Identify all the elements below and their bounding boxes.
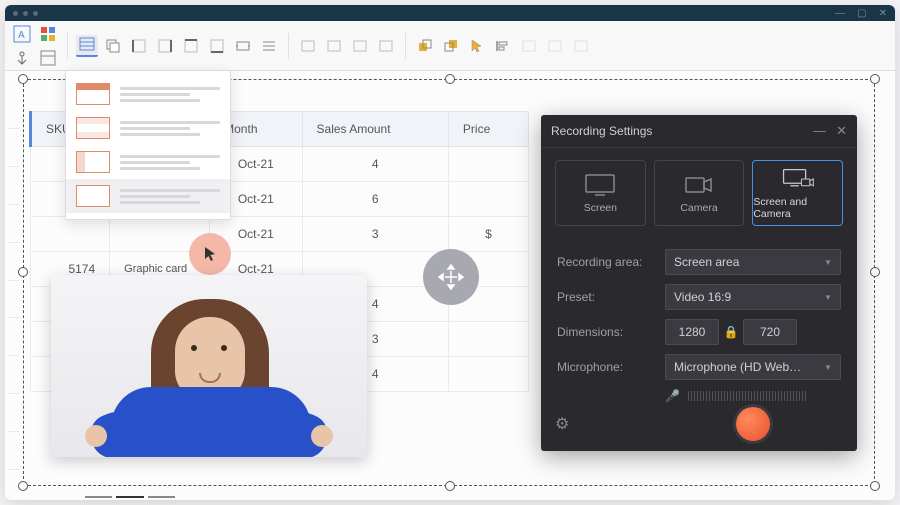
ribbon-icon[interactable] (349, 35, 371, 57)
sheet-tab[interactable] (85, 492, 112, 498)
layout-mini-icon[interactable] (37, 47, 59, 69)
column-header[interactable]: Price (448, 112, 528, 147)
dimensions-label: Dimensions: (557, 325, 665, 339)
style-thumb-icon (76, 185, 110, 207)
minimize-panel-button[interactable]: — (813, 123, 826, 139)
dropdown-item[interactable] (66, 77, 230, 111)
style-thumb-icon (76, 117, 110, 139)
screen-icon (583, 172, 617, 198)
ribbon-icon[interactable] (544, 35, 566, 57)
dropdown-item[interactable] (66, 179, 230, 213)
preset-select[interactable]: Video 16:9▼ (665, 284, 841, 310)
microphone-label: Microphone: (557, 360, 665, 374)
resize-handle[interactable] (870, 74, 880, 84)
app-window: — ▢ ✕ A (5, 5, 895, 500)
record-button[interactable] (736, 407, 770, 441)
resize-handle[interactable] (445, 74, 455, 84)
resize-handle[interactable] (18, 481, 28, 491)
column-header[interactable]: Sales Amount (302, 112, 448, 147)
table-style-button[interactable] (76, 35, 98, 57)
mode-screen-camera[interactable]: Screen and Camera (752, 160, 843, 226)
dropdown-item[interactable] (66, 111, 230, 145)
chevron-down-icon: ▼ (824, 258, 832, 267)
bring-front-icon[interactable] (414, 35, 436, 57)
cursor-indicator (189, 233, 231, 275)
style-thumb-icon (76, 83, 110, 105)
resize-handle[interactable] (18, 267, 28, 277)
resize-handle[interactable] (445, 481, 455, 491)
width-input[interactable]: 1280 (665, 319, 719, 345)
sheet-tab[interactable] (116, 492, 143, 498)
ribbon-icon[interactable] (375, 35, 397, 57)
height-input[interactable]: 720 (743, 319, 797, 345)
anchor-icon[interactable] (11, 47, 33, 69)
ribbon-toolbar: A (5, 21, 895, 71)
table-style-dropdown[interactable] (65, 71, 231, 220)
resize-handle[interactable] (870, 481, 880, 491)
style-a-icon[interactable]: A (11, 23, 33, 45)
row-header-column (9, 91, 19, 470)
cursor-icon (201, 245, 219, 263)
ribbon-icon[interactable] (297, 35, 319, 57)
mode-label: Screen and Camera (753, 196, 842, 220)
sheet-tab[interactable] (148, 492, 175, 498)
camera-icon (682, 172, 716, 198)
style-thumb-icon (76, 151, 110, 173)
svg-text:A: A (18, 30, 25, 41)
selection-border (23, 79, 24, 479)
sheet-tabs[interactable] (85, 492, 175, 498)
border-right-icon[interactable] (154, 35, 176, 57)
window-dot (33, 11, 38, 16)
chevron-down-icon: ▼ (824, 293, 832, 302)
design-canvas[interactable]: SKU Month Sales Amount Price Oct-214 Oct… (5, 71, 895, 500)
dropdown-item[interactable] (66, 145, 230, 179)
move-handle[interactable] (423, 249, 479, 305)
recording-area-select[interactable]: Screen area▼ (665, 249, 841, 275)
resize-handle[interactable] (18, 74, 28, 84)
fit-width-icon[interactable] (232, 35, 254, 57)
border-top-icon[interactable] (180, 35, 202, 57)
mic-level-meter (688, 390, 841, 402)
send-back-icon[interactable] (440, 35, 462, 57)
selection-border (874, 79, 875, 479)
window-dot (13, 11, 18, 16)
copy-icon[interactable] (102, 35, 124, 57)
mode-label: Screen (584, 202, 617, 214)
screen-camera-icon (781, 166, 815, 192)
minimize-button[interactable]: — (835, 8, 845, 19)
webcam-preview[interactable] (51, 275, 367, 457)
ribbon-icon[interactable] (323, 35, 345, 57)
mic-icon: 🎤 (665, 389, 680, 403)
chevron-down-icon: ▼ (824, 363, 832, 372)
maximize-button[interactable]: ▢ (857, 8, 866, 19)
align-icon[interactable] (492, 35, 514, 57)
ribbon-icon[interactable] (570, 35, 592, 57)
titlebar: — ▢ ✕ (5, 5, 895, 21)
border-bottom-icon[interactable] (206, 35, 228, 57)
lock-aspect-icon[interactable]: 🔒 (719, 325, 743, 339)
microphone-select[interactable]: Microphone (HD Web…▼ (665, 354, 841, 380)
border-left-icon[interactable] (128, 35, 150, 57)
mode-label: Camera (680, 202, 717, 214)
resize-handle[interactable] (870, 267, 880, 277)
move-arrows-icon (436, 262, 466, 292)
ribbon-icon[interactable] (518, 35, 540, 57)
settings-gear-icon[interactable]: ⚙ (555, 414, 569, 434)
pointer-icon[interactable] (466, 35, 488, 57)
table-row: Oct-213$ (31, 217, 529, 252)
mode-screen[interactable]: Screen (555, 160, 646, 226)
list-icon[interactable] (258, 35, 280, 57)
preset-label: Preset: (557, 290, 665, 304)
area-label: Recording area: (557, 255, 665, 269)
window-dot (23, 11, 28, 16)
panel-title: Recording Settings (551, 124, 652, 138)
mode-camera[interactable]: Camera (654, 160, 745, 226)
close-panel-button[interactable]: ✕ (836, 123, 847, 139)
color-swatch-icon[interactable] (37, 23, 59, 45)
recording-settings-panel: Recording Settings — ✕ Screen Camera Scr (541, 115, 857, 451)
close-button[interactable]: ✕ (879, 8, 887, 19)
